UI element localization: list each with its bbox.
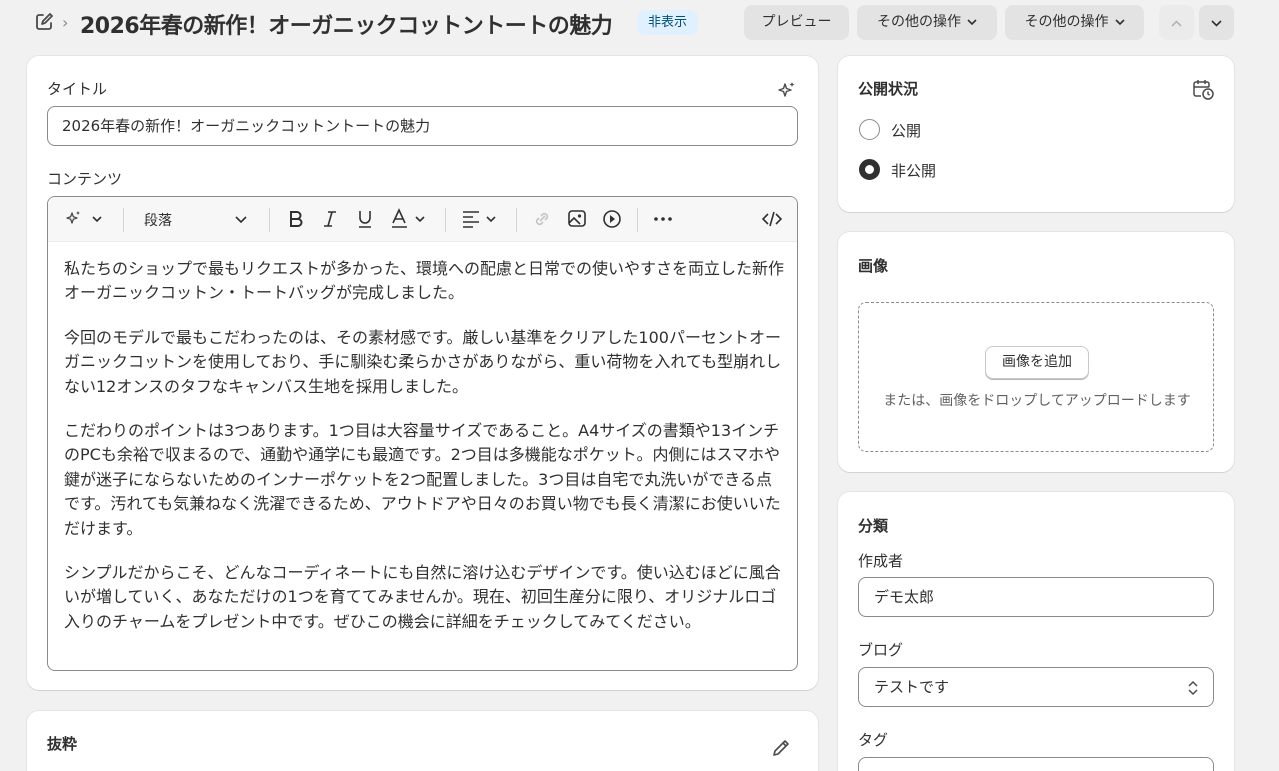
drop-hint-text: または、画像をドロップしてアップロードします — [883, 393, 1191, 409]
pencil-icon[interactable] — [771, 738, 791, 758]
edit-document-icon — [36, 13, 53, 30]
chevron-down-icon — [1114, 19, 1125, 26]
previous-article-button[interactable] — [1159, 5, 1194, 40]
paragraph: こだわりのポイントは3つあります。1つ目は大容量サイズであること。A4サイズの書… — [64, 421, 781, 538]
excerpt-card: 抜粋 — [27, 711, 818, 771]
paragraph: 私たちのショップで最もリクエストが多かった、環境への配慮と日常での使いやすさを両… — [64, 259, 785, 303]
more-actions-button-2[interactable]: その他の操作 — [1005, 5, 1144, 40]
page-header: › 2026年春の新作！オーガニックコットントートの魅力 非表示 プレビュー そ… — [0, 0, 1279, 44]
more-horizontal-icon[interactable] — [652, 208, 674, 230]
preview-button[interactable]: プレビュー — [744, 5, 849, 40]
chevron-up-icon — [1171, 20, 1182, 27]
article-main-card: タイトル 2026年春の新作！オーガニックコットントートの魅力 コンテンツ 段落 — [27, 56, 818, 690]
image-card: 画像 画像を追加 または、画像をドロップしてアップロードします — [838, 232, 1234, 472]
align-dropdown-icon[interactable] — [461, 208, 501, 230]
text-color-dropdown-icon[interactable] — [390, 208, 430, 230]
visibility-private-label[interactable]: 非公開 — [891, 160, 936, 181]
chevron-down-icon — [235, 216, 247, 224]
visibility-card: 公開状況 公開 非公開 — [838, 56, 1234, 212]
image-dropzone[interactable]: 画像を追加 または、画像をドロップしてアップロードします — [858, 302, 1214, 452]
underline-icon[interactable] — [355, 208, 375, 230]
tags-input[interactable] — [858, 757, 1214, 771]
page-title: 2026年春の新作！オーガニックコットントートの魅力 — [80, 14, 613, 39]
bold-icon[interactable] — [286, 208, 306, 230]
paragraph-style-select[interactable]: 段落 — [144, 210, 172, 230]
rich-text-editor[interactable]: 段落 私たちのショップで最もリクエストが多かった、環境への配慮と日常での使いやす… — [47, 196, 798, 671]
status-badge: 非表示 — [637, 10, 699, 35]
paragraph: シンプルだからこそ、どんなコーディネートにも自然に溶け込むデザインです。使い込む… — [64, 563, 781, 631]
add-image-button[interactable]: 画像を追加 — [985, 346, 1089, 379]
visibility-private-radio[interactable] — [859, 159, 880, 180]
organization-title: 分類 — [858, 517, 889, 535]
visibility-title: 公開状況 — [858, 80, 919, 98]
title-label: タイトル — [47, 80, 108, 98]
excerpt-title: 抜粋 — [47, 735, 78, 753]
breadcrumb-chevron-icon: › — [62, 13, 69, 32]
more-actions-label: その他の操作 — [877, 14, 961, 30]
blog-select[interactable]: テストです — [858, 667, 1214, 707]
chevron-down-icon — [967, 19, 977, 26]
more-actions-label-2: その他の操作 — [1024, 14, 1109, 30]
editor-content[interactable]: 私たちのショップで最もリクエストが多かった、環境への配慮と日常での使いやすさを両… — [64, 257, 784, 654]
image-title: 画像 — [858, 257, 889, 275]
select-arrows-icon — [1188, 680, 1198, 696]
ai-sparkle-dropdown-icon[interactable] — [64, 208, 104, 230]
organization-card: 分類 作成者 デモ太郎 ブログ テストです タグ — [838, 492, 1234, 771]
image-icon[interactable] — [567, 208, 587, 230]
title-input[interactable]: 2026年春の新作！オーガニックコットントートの魅力 — [47, 106, 798, 146]
chevron-down-icon — [1211, 20, 1222, 27]
video-icon[interactable] — [602, 208, 622, 230]
italic-icon[interactable] — [320, 208, 340, 230]
next-article-button[interactable] — [1199, 5, 1234, 40]
more-actions-button[interactable]: その他の操作 — [857, 5, 997, 40]
visibility-public-radio[interactable] — [859, 119, 880, 140]
toolbar-divider — [516, 208, 517, 232]
schedule-calendar-icon[interactable] — [1192, 79, 1214, 101]
content-label: コンテンツ — [47, 170, 123, 188]
blog-select-value: テストです — [874, 678, 950, 696]
toolbar-divider — [269, 208, 270, 232]
preview-button-label: プレビュー — [761, 14, 832, 30]
author-label: 作成者 — [858, 552, 904, 570]
visibility-public-label[interactable]: 公開 — [891, 120, 921, 141]
paragraph: 今回のモデルで最もこだわったのは、その素材感です。厳しい基準をクリアした100パ… — [64, 327, 782, 396]
toolbar-divider — [445, 208, 446, 232]
blog-label: ブログ — [858, 641, 904, 659]
author-input[interactable]: デモ太郎 — [858, 577, 1214, 617]
toolbar-divider — [637, 208, 638, 232]
editor-toolbar: 段落 — [48, 197, 797, 242]
toolbar-divider — [123, 208, 124, 232]
code-view-icon[interactable] — [761, 208, 783, 230]
tags-label: タグ — [858, 731, 889, 749]
link-icon[interactable] — [532, 208, 552, 230]
ai-sparkle-icon[interactable] — [777, 80, 797, 100]
